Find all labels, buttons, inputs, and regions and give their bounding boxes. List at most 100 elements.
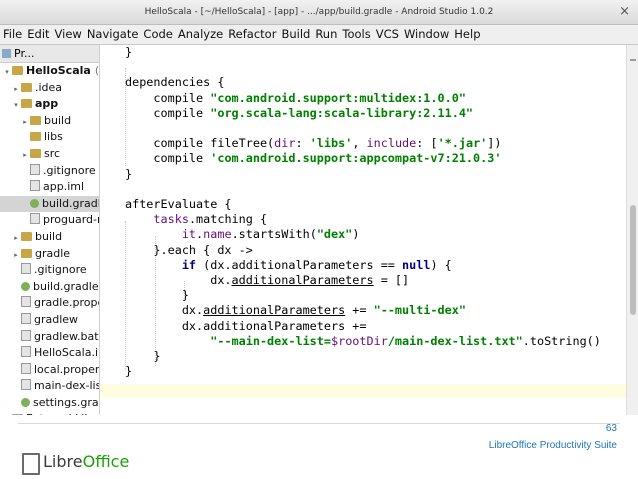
code-token: dx. [125, 303, 204, 318]
file-icon [21, 329, 31, 341]
menu-refactor[interactable]: Refactor [228, 27, 276, 41]
gradle-file-icon [21, 281, 30, 291]
menu-help[interactable]: Help [454, 27, 480, 41]
tree-item[interactable]: app.iml [0, 179, 99, 196]
expand-right-icon[interactable]: ▸ [20, 114, 30, 131]
tree-item[interactable]: main-dex-list.txt [0, 378, 99, 395]
tree-item[interactable]: ▸ gradle [0, 246, 99, 263]
code-token: $rootDir [330, 333, 388, 348]
code-token: ]) [487, 136, 502, 151]
menu-file[interactable]: File [3, 27, 22, 41]
code-editor[interactable]: } dependencies { compile "com.android.sup… [100, 45, 626, 415]
code-line: }.each { dx -> [125, 242, 253, 258]
tree-item[interactable]: gradlew [0, 312, 99, 329]
code-line: } [125, 167, 132, 182]
tree-item[interactable]: ▸ build [0, 229, 99, 246]
editor-scrollbar[interactable] [626, 45, 638, 415]
folder-icon [30, 148, 41, 158]
tree-item-label: build [44, 113, 72, 127]
menu-window[interactable]: Window [404, 27, 449, 41]
scrollbar-thumb[interactable] [630, 205, 636, 315]
code-token: }.each { dx -> [125, 242, 253, 257]
code-line: dx.additionalParameters += "--multi-dex" [125, 303, 466, 318]
menu-run[interactable]: Run [315, 27, 337, 41]
code-token: ) [352, 227, 360, 242]
tree-item-label: proguard-rules.pro [43, 213, 99, 227]
code-token: .startsWith( [231, 227, 317, 242]
code-line: compile "com.android.support:multidex:1.… [125, 91, 466, 106]
tree-item[interactable]: gradlew.bat [0, 329, 99, 346]
folder-icon [21, 231, 32, 241]
tree-item[interactable]: .gitignore [0, 262, 99, 279]
tree-item-label: settings.gradle [33, 395, 99, 409]
code-token: = [] [373, 273, 410, 287]
file-icon [30, 163, 40, 175]
code-token: 'libs' [309, 136, 353, 151]
tree-item[interactable]: .gitignore [0, 163, 99, 180]
tree-item[interactable]: settings.gradle [0, 395, 99, 412]
code-token: } [125, 288, 189, 303]
code-token: dir [274, 136, 296, 151]
code-token: dependencies { [125, 75, 225, 90]
slide-footer: LibreOffice 63 LibreOffice Productivity … [0, 415, 638, 479]
gradle-file-icon [30, 198, 39, 208]
folder-icon [21, 248, 32, 258]
code-line: dx.additionalParameters = [] [125, 273, 409, 288]
menu-tools[interactable]: Tools [342, 27, 370, 41]
code-token: null [402, 257, 431, 272]
code-token: dx.additionalParameters += [125, 318, 367, 333]
expand-right-icon[interactable]: ▸ [11, 247, 21, 264]
code-token: afterEvaluate { [125, 197, 232, 211]
window-title: HelloScala - [~/HelloScala] - [app] - ..… [144, 7, 494, 17]
code-line: } [125, 364, 132, 379]
tree-item-label: main-dex-list.txt [34, 379, 100, 393]
gradle-file-icon [21, 397, 30, 407]
code-token: additionalParameters [231, 273, 374, 287]
tree-item[interactable]: ▾ app [0, 96, 99, 113]
menu-edit[interactable]: Edit [27, 27, 49, 41]
project-view-label: Pr... [14, 47, 35, 60]
tree-item[interactable]: local.properties [0, 362, 99, 379]
tree-item-label: build.gradle [33, 279, 99, 293]
tree-item[interactable]: ▸ src [0, 146, 99, 163]
tree-item[interactable]: ▾HelloScala(~ [0, 63, 99, 80]
tree-item[interactable]: build.gradle [0, 279, 99, 296]
code-line: it.name.startsWith("dex") [125, 227, 360, 242]
tree-item-label: gradlew [34, 312, 79, 326]
code-line: } [125, 288, 189, 303]
expand-down-icon[interactable]: ▾ [11, 97, 21, 114]
menu-code[interactable]: Code [143, 27, 172, 41]
code-token: "--multi-dex" [373, 303, 466, 318]
menu-vcs[interactable]: VCS [376, 27, 399, 41]
tree-item[interactable]: libs [0, 129, 99, 146]
code-line: compile fileTree(dir: 'libs', include: [… [125, 136, 502, 151]
folder-icon [12, 66, 23, 75]
code-token: } [125, 45, 133, 59]
tree-item[interactable]: ▸ .idea [0, 80, 99, 97]
menu-analyze[interactable]: Analyze [178, 27, 223, 41]
code-token: } [125, 166, 133, 181]
code-token: : [ [416, 136, 438, 151]
code-line: dependencies { [125, 75, 224, 90]
menu-view[interactable]: View [55, 27, 82, 41]
code-token: : [295, 136, 310, 151]
menu-build[interactable]: Build [281, 27, 310, 41]
expand-right-icon[interactable]: ▸ [11, 81, 21, 98]
project-view-icon [2, 49, 11, 58]
tree-item[interactable]: build.gradle [0, 195, 99, 213]
close-icon[interactable]: × [619, 0, 630, 24]
expand-down-icon[interactable]: ▾ [2, 64, 12, 81]
file-icon [30, 213, 40, 225]
code-token: += [345, 303, 374, 318]
tree-item[interactable]: HelloScala.iml [0, 345, 99, 362]
menu-navigate[interactable]: Navigate [87, 27, 139, 41]
code-token: if [181, 257, 197, 272]
tree-item[interactable]: ▸ build [0, 113, 99, 130]
tree-item[interactable]: gradle.properties [0, 295, 99, 312]
logo-suffix: Office [82, 452, 130, 471]
tree-item[interactable]: proguard-rules.pro [0, 212, 99, 229]
expand-right-icon[interactable]: ▸ [20, 147, 30, 164]
expand-right-icon[interactable]: ▸ [11, 230, 21, 247]
project-panel-header[interactable]: Pr... [0, 45, 99, 63]
